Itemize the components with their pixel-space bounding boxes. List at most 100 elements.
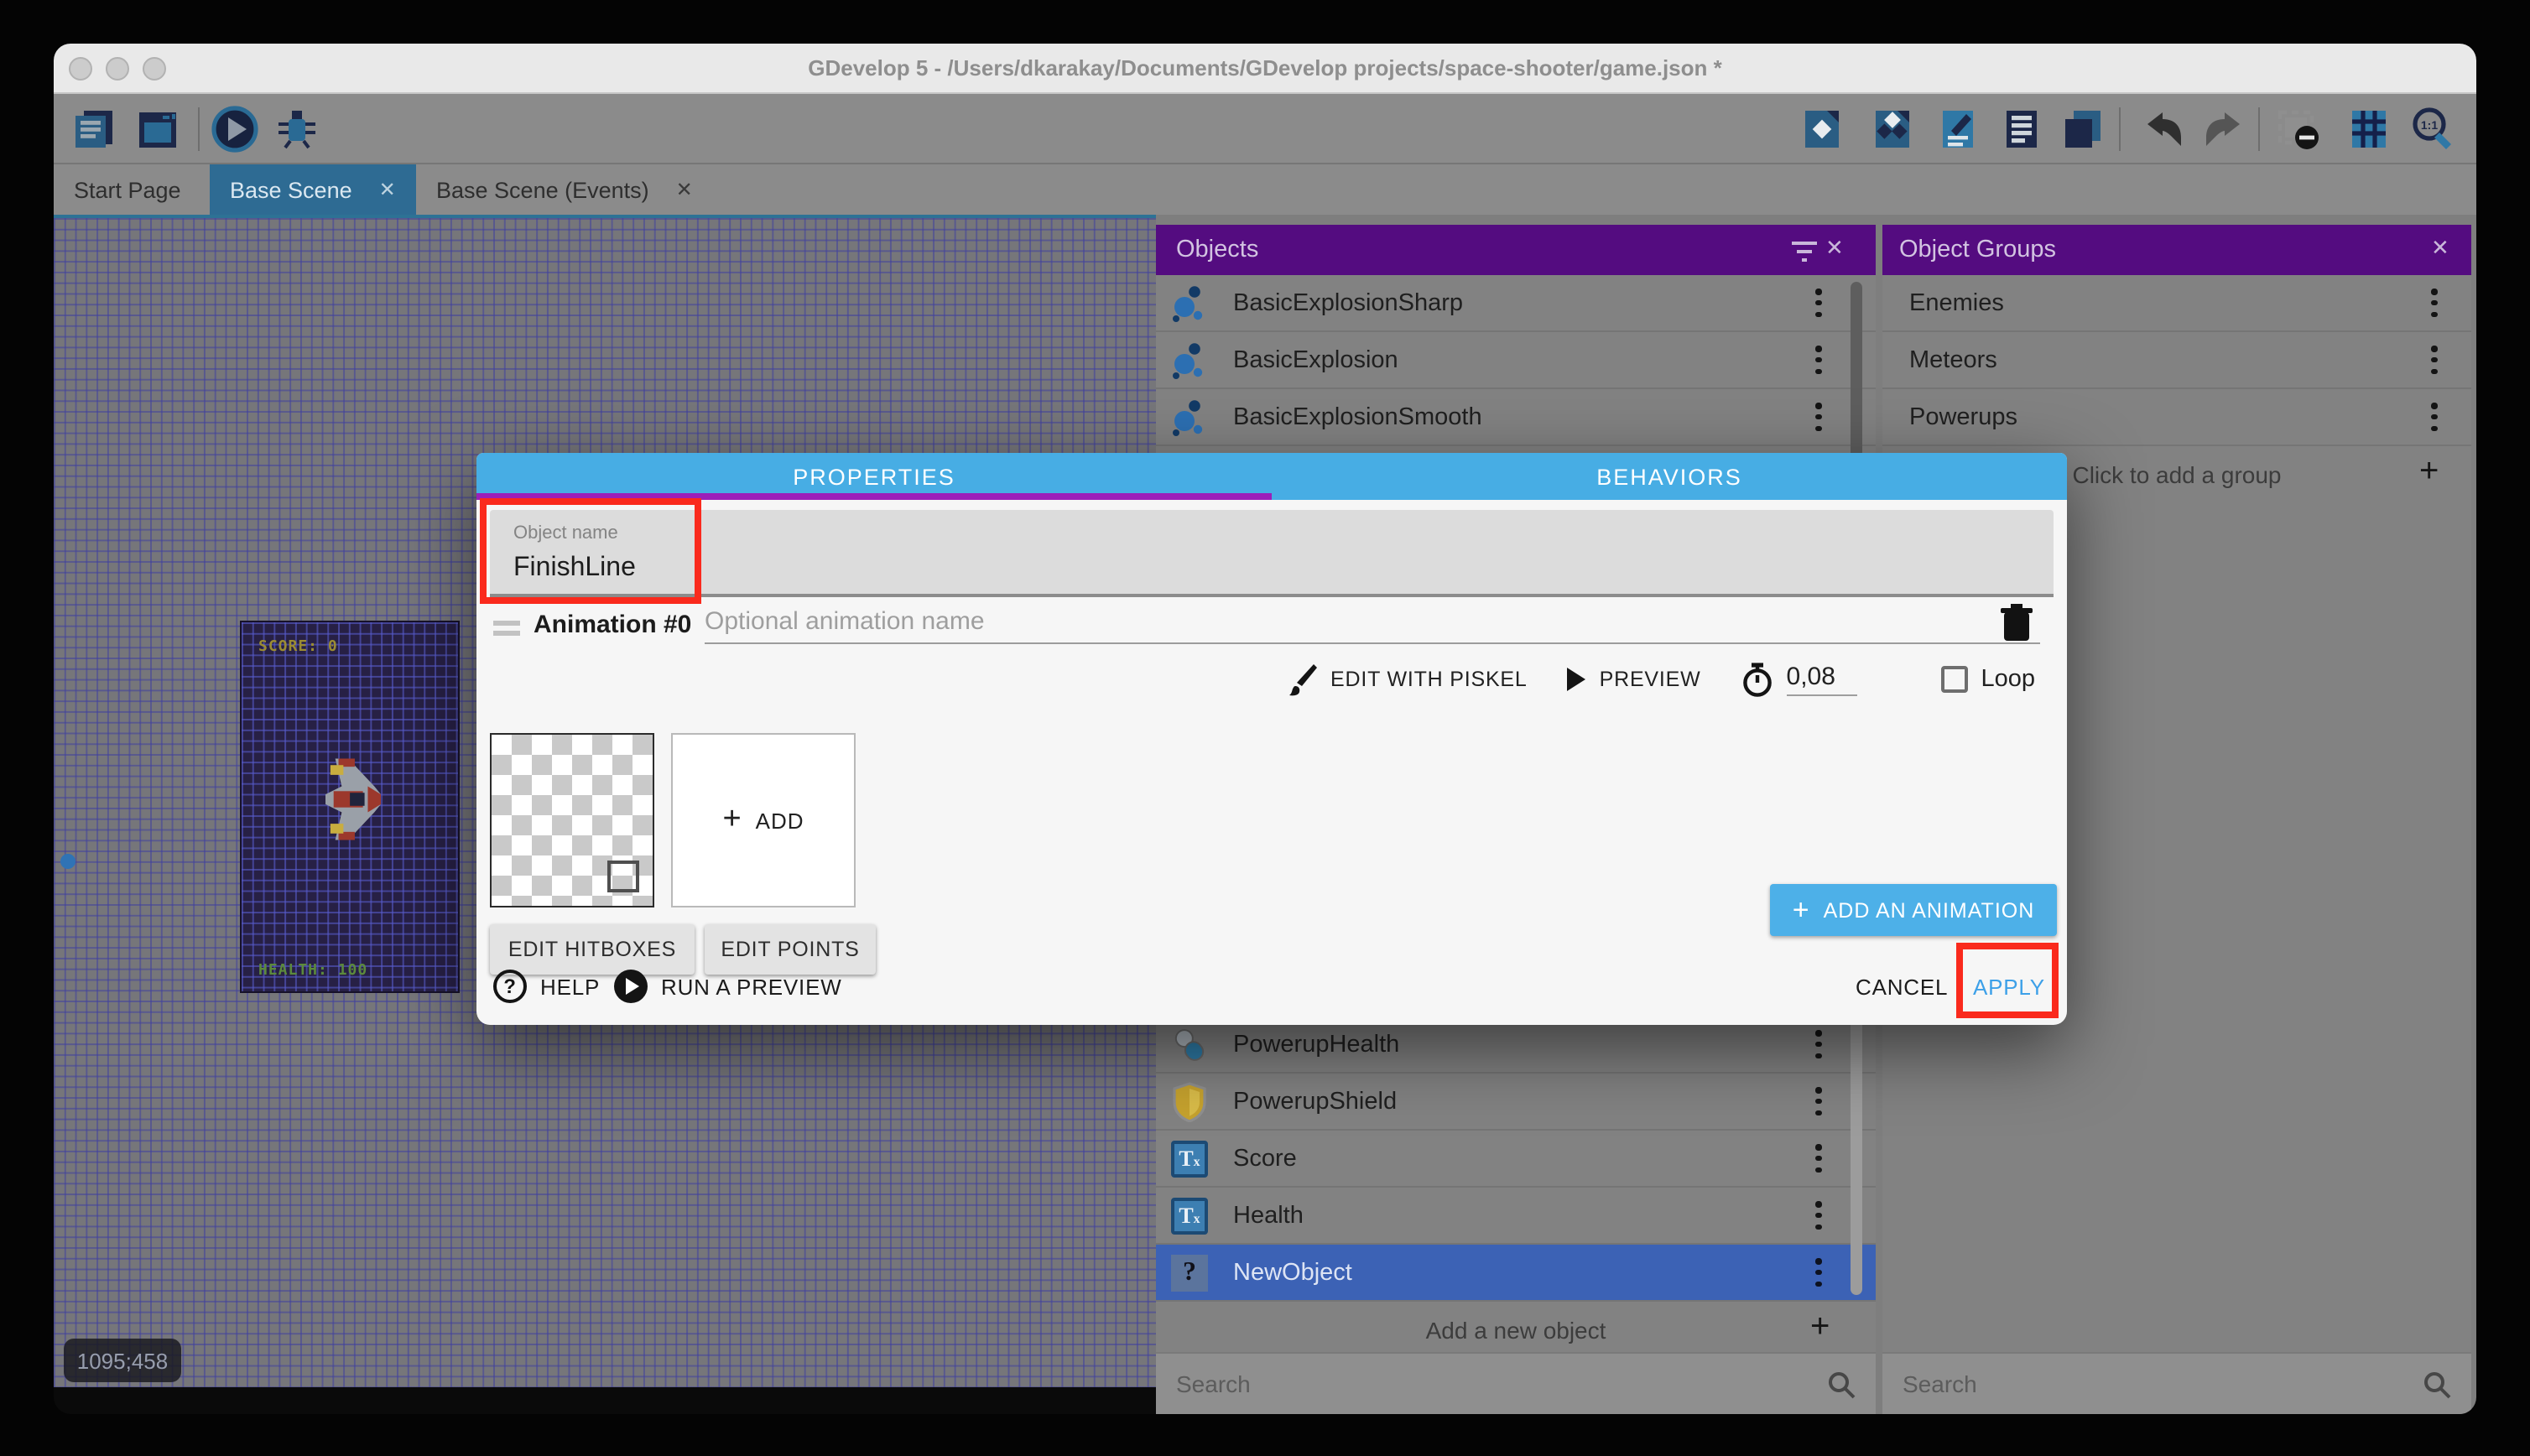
grid-icon[interactable] xyxy=(2345,106,2392,153)
row-menu-icon[interactable] xyxy=(1815,403,1822,431)
redo-icon[interactable] xyxy=(2199,106,2246,153)
tab-behaviors[interactable]: BEHAVIORS xyxy=(1272,453,2067,500)
objects-panel-header: Objects ✕ xyxy=(1156,225,1876,275)
zoom-label: 1:1 xyxy=(2421,118,2438,132)
animation-name-input[interactable] xyxy=(705,607,2040,644)
drag-handle-icon[interactable] xyxy=(493,631,520,635)
cancel-button[interactable]: CANCEL xyxy=(1856,975,1948,1000)
drag-handle-icon[interactable] xyxy=(493,621,520,625)
loop-toggle[interactable]: Loop xyxy=(1941,666,2036,693)
groups-panel-title: Object Groups xyxy=(1899,237,2056,263)
help-button[interactable]: HELP xyxy=(540,975,600,1000)
player-ship-sprite[interactable] xyxy=(325,758,381,840)
window-title: GDevelop 5 - /Users/dkarakay/Documents/G… xyxy=(54,44,2476,94)
explosion-icon xyxy=(1169,397,1210,437)
instances-list-icon[interactable] xyxy=(1998,106,2045,153)
groups-search-input[interactable] xyxy=(1903,1370,2423,1397)
tab-base-scene-events[interactable]: Base Scene (Events) ✕ xyxy=(436,164,693,215)
groups-search-row xyxy=(1882,1352,2471,1414)
object-row-selected[interactable]: ? NewObject xyxy=(1156,1245,1876,1302)
search-icon xyxy=(2423,1370,2451,1398)
objects-search-row xyxy=(1156,1352,1876,1414)
play-preview-icon[interactable] xyxy=(211,106,258,153)
add-plus-icon: + xyxy=(1810,1308,1830,1347)
close-tab-icon[interactable]: ✕ xyxy=(379,178,396,201)
play-icon xyxy=(1568,668,1586,691)
properties-editor-icon[interactable] xyxy=(1934,106,1981,153)
undo-icon[interactable] xyxy=(2141,106,2188,153)
project-manager-icon[interactable] xyxy=(70,106,117,153)
filter-icon[interactable] xyxy=(1790,238,1819,262)
frame-inner-marker xyxy=(607,861,639,892)
loop-checkbox[interactable] xyxy=(1941,666,1968,693)
object-row[interactable]: BasicExplosionSmooth xyxy=(1156,389,1876,446)
canvas-scroll-dot[interactable] xyxy=(60,854,75,869)
delete-animation-icon[interactable] xyxy=(2000,604,2033,642)
group-row[interactable]: Meteors xyxy=(1882,332,2471,389)
object-name-field[interactable]: Object name xyxy=(490,510,2054,597)
health-pill-icon xyxy=(1169,1024,1210,1064)
start-page-icon[interactable] xyxy=(134,106,181,153)
toolbar-separator xyxy=(2258,107,2260,151)
group-row[interactable]: Powerups xyxy=(1882,389,2471,446)
objects-list-icon[interactable] xyxy=(1799,106,1845,153)
titlebar: GDevelop 5 - /Users/dkarakay/Documents/G… xyxy=(54,44,2476,94)
object-row[interactable]: Tx Health xyxy=(1156,1188,1876,1245)
row-menu-icon[interactable] xyxy=(1815,346,1822,374)
animation-actions-row: EDIT WITH PISKEL PREVIEW Loop xyxy=(1288,658,2059,701)
row-menu-icon[interactable] xyxy=(2431,289,2438,317)
tab-bar: Start Page Base Scene ✕ Base Scene (Even… xyxy=(54,164,2476,215)
object-row[interactable]: PowerupHealth xyxy=(1156,1017,1876,1074)
preview-button[interactable]: PREVIEW xyxy=(1568,668,1701,691)
object-row[interactable]: BasicExplosion xyxy=(1156,332,1876,389)
toggle-mask-icon[interactable] xyxy=(2275,106,2322,153)
explosion-icon xyxy=(1169,283,1210,323)
zoom-1-1-icon[interactable]: 1:1 xyxy=(2409,106,2456,153)
row-menu-icon[interactable] xyxy=(1815,1201,1822,1230)
row-menu-icon[interactable] xyxy=(1815,1144,1822,1173)
objects-search-input[interactable] xyxy=(1176,1370,1827,1397)
run-preview-button[interactable]: RUN A PREVIEW xyxy=(661,975,842,1000)
game-preview-area[interactable]: SCORE: 0 HEALTH: 100 xyxy=(240,621,460,993)
text-object-icon: Tx xyxy=(1169,1195,1210,1235)
row-menu-icon[interactable] xyxy=(1815,1087,1822,1115)
group-row[interactable]: Enemies xyxy=(1882,275,2471,332)
time-between-frames-input[interactable] xyxy=(1787,663,1857,696)
run-preview-icon[interactable] xyxy=(614,970,648,1003)
help-icon[interactable]: ? xyxy=(493,970,527,1003)
layers-icon[interactable] xyxy=(2059,106,2106,153)
time-between-frames xyxy=(1741,662,1857,697)
add-animation-button[interactable]: + ADD AN ANIMATION xyxy=(1770,884,2057,936)
object-row[interactable]: PowerupShield xyxy=(1156,1074,1876,1131)
tab-base-scene[interactable]: Base Scene ✕ xyxy=(210,164,416,215)
row-menu-icon[interactable] xyxy=(1815,1030,1822,1058)
row-menu-icon[interactable] xyxy=(2431,403,2438,431)
object-groups-icon[interactable] xyxy=(1869,106,1916,153)
close-panel-icon[interactable]: ✕ xyxy=(1825,235,1844,262)
add-frame-button[interactable]: + ADD xyxy=(671,733,856,907)
row-menu-icon[interactable] xyxy=(2431,346,2438,374)
add-object-row[interactable]: Add a new object + xyxy=(1156,1302,1876,1359)
close-panel-icon[interactable]: ✕ xyxy=(2431,235,2449,262)
shield-icon xyxy=(1169,1081,1210,1121)
timer-icon xyxy=(1741,662,1773,697)
explosion-icon xyxy=(1169,340,1210,380)
unknown-object-icon: ? xyxy=(1169,1252,1210,1292)
toolbar-separator xyxy=(2119,107,2121,151)
add-plus-icon: + xyxy=(722,802,742,839)
object-row[interactable]: BasicExplosionSharp xyxy=(1156,275,1876,332)
health-label: HEALTH: 100 xyxy=(258,963,367,980)
row-menu-icon[interactable] xyxy=(1815,1258,1822,1287)
debug-bug-icon[interactable] xyxy=(273,106,320,153)
animation-label: Animation #0 xyxy=(534,611,691,639)
add-plus-icon: + xyxy=(1793,893,1810,927)
tab-start-page[interactable]: Start Page xyxy=(74,164,181,215)
edit-with-piskel-button[interactable]: EDIT WITH PISKEL xyxy=(1288,663,1528,695)
object-row[interactable]: Tx Score xyxy=(1156,1131,1876,1188)
frame-thumbnail[interactable] xyxy=(490,733,654,907)
groups-panel-header: Object Groups ✕ xyxy=(1882,225,2471,275)
row-menu-icon[interactable] xyxy=(1815,289,1822,317)
object-editor-dialog: PROPERTIES BEHAVIORS Object name Animati… xyxy=(476,453,2067,1025)
close-tab-icon[interactable]: ✕ xyxy=(676,178,693,201)
brush-icon xyxy=(1288,663,1317,695)
